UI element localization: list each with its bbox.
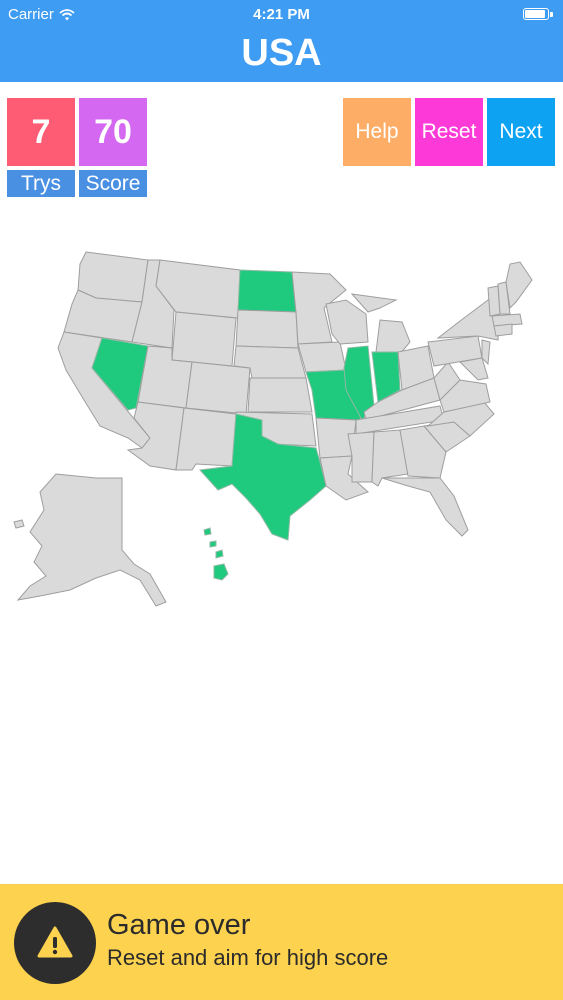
trys-label: Trys: [7, 170, 75, 197]
state-new-mexico[interactable]: [175, 407, 237, 471]
state-connecticut[interactable]: [493, 323, 513, 337]
state-alaska[interactable]: [16, 473, 167, 607]
status-time: 4:21 PM: [253, 6, 310, 23]
score-counter: 70: [79, 98, 147, 166]
help-button[interactable]: Help: [343, 98, 411, 166]
page-title: USA: [0, 30, 563, 82]
warning-icon: [37, 926, 73, 958]
state-iowa[interactable]: [297, 341, 347, 373]
score-label: Score: [79, 170, 147, 197]
battery-icon: [523, 8, 553, 20]
state-hawaii-islet-1[interactable]: [203, 527, 212, 536]
state-florida[interactable]: [381, 477, 469, 537]
state-alaska-island[interactable]: [13, 519, 25, 529]
trys-counter: 7: [7, 98, 75, 166]
state-hawaii-main[interactable]: [213, 563, 229, 581]
state-kansas[interactable]: [247, 377, 313, 413]
next-button[interactable]: Next: [487, 98, 555, 166]
game-over-banner: Game over Reset and aim for high score: [0, 884, 563, 1000]
state-maryland[interactable]: [458, 357, 489, 381]
banner-subtitle: Reset and aim for high score: [107, 945, 389, 970]
state-north-dakota[interactable]: [237, 269, 297, 313]
state-wyoming[interactable]: [171, 311, 237, 367]
banner-title: Game over: [107, 909, 251, 941]
state-hawaii-islet-3[interactable]: [215, 549, 224, 559]
reset-button[interactable]: Reset: [415, 98, 483, 166]
usa-map: [13, 251, 533, 607]
status-bar: Carrier 4:21 PM: [0, 0, 563, 30]
state-south-dakota[interactable]: [235, 309, 299, 349]
state-mississippi[interactable]: [347, 431, 375, 483]
warning-badge: [14, 902, 96, 984]
state-hawaii-islet-2[interactable]: [209, 540, 217, 548]
state-wisconsin[interactable]: [325, 299, 369, 345]
state-maine[interactable]: [505, 261, 533, 310]
state-colorado[interactable]: [185, 361, 251, 415]
